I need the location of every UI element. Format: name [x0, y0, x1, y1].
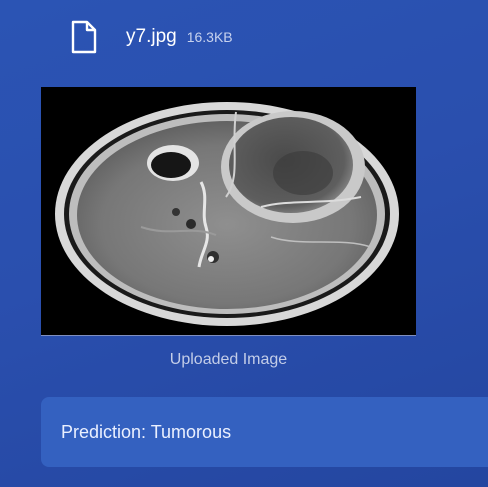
uploaded-file-row: y7.jpg 16.3KB [70, 20, 233, 54]
mri-scan-image [41, 87, 416, 335]
file-name: y7.jpg [126, 26, 177, 47]
prediction-text: Prediction: Tumorous [61, 421, 232, 442]
prediction-result-box: Prediction: Tumorous [41, 397, 488, 467]
image-caption: Uploaded Image [169, 351, 288, 368]
uploaded-image [41, 87, 416, 336]
file-size: 16.3KB [186, 29, 233, 45]
file-icon [71, 20, 97, 54]
